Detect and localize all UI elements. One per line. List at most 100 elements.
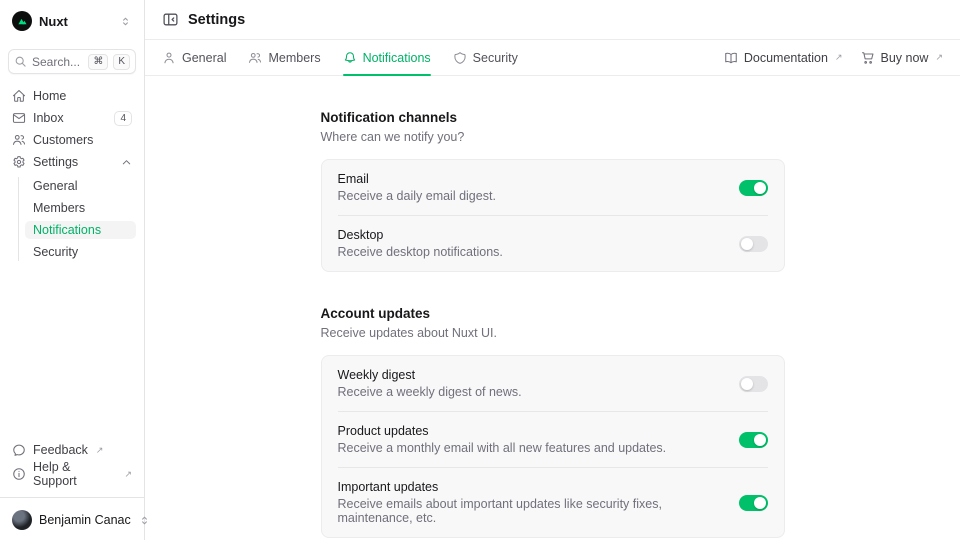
tab-label: General — [182, 51, 226, 65]
team-name: Nuxt — [39, 14, 112, 29]
page-title: Settings — [188, 12, 245, 28]
desktop-toggle[interactable] — [739, 236, 768, 252]
shield-icon — [453, 51, 467, 65]
gear-icon — [12, 155, 26, 169]
sidebar-item-customers[interactable]: Customers — [8, 131, 136, 149]
documentation-label: Documentation — [744, 51, 828, 65]
important-updates-row: Important updates Receive emails about i… — [322, 468, 784, 537]
important-updates-toggle[interactable] — [739, 495, 768, 511]
section-description: Receive updates about Nuxt UI. — [321, 326, 785, 340]
sidebar-item-notifications[interactable]: Notifications — [25, 221, 136, 239]
section-title: Notification channels — [321, 110, 785, 125]
sidebar-spacer — [8, 261, 136, 441]
weekly-digest-toggle[interactable] — [739, 376, 768, 392]
header-links: Documentation ↗ Buy now ↗ — [724, 51, 943, 65]
search-placeholder: Search... — [32, 55, 83, 69]
page-header: Settings — [145, 0, 960, 40]
main-area: Settings General — [145, 0, 960, 540]
sidebar-item-inbox[interactable]: Inbox 4 — [8, 109, 136, 127]
section-title: Account updates — [321, 306, 785, 321]
email-setting-row: Email Receive a daily email digest. — [322, 160, 784, 215]
app-window: Nuxt Search... ⌘ K — [0, 0, 960, 540]
external-link-icon: ↗ — [96, 445, 104, 456]
chat-bubble-icon — [12, 443, 26, 457]
chevron-up-down-icon — [119, 15, 132, 28]
tab-notifications[interactable]: Notifications — [343, 40, 431, 75]
sidebar-item-label: Security — [33, 245, 78, 259]
setting-description: Receive desktop notifications. — [338, 245, 727, 259]
avatar — [12, 510, 32, 530]
kbd-cmd: ⌘ — [88, 54, 108, 70]
feedback-label: Feedback — [33, 443, 88, 457]
nuxt-logo-icon — [12, 11, 32, 31]
cart-icon — [861, 51, 875, 65]
account-updates-section: Account updates Receive updates about Nu… — [321, 306, 785, 538]
chevron-up-icon — [121, 157, 132, 168]
buy-now-label: Buy now — [881, 51, 929, 65]
setting-label: Weekly digest — [338, 368, 727, 382]
toggle-knob — [741, 378, 753, 390]
toggle-knob — [754, 182, 766, 194]
user-icon — [162, 51, 176, 65]
tab-security[interactable]: Security — [453, 40, 518, 75]
info-circle-icon — [12, 467, 26, 481]
product-updates-row: Product updates Receive a monthly email … — [322, 412, 784, 467]
search-input[interactable]: Search... ⌘ K — [8, 49, 136, 74]
inbox-count-badge: 4 — [114, 111, 132, 126]
sidebar-item-label: Inbox — [33, 111, 107, 125]
sidebar-item-label: Customers — [33, 133, 132, 147]
feedback-link[interactable]: Feedback ↗ — [8, 441, 136, 459]
sidebar-nav: Home Inbox 4 Customers — [8, 87, 136, 261]
team-switcher[interactable]: Nuxt — [8, 8, 136, 34]
tab-members[interactable]: Members — [248, 40, 320, 75]
tab-label: Security — [473, 51, 518, 65]
user-name: Benjamin Canac — [39, 513, 131, 527]
tab-label: Notifications — [363, 51, 431, 65]
book-icon — [724, 51, 738, 65]
users-icon — [12, 133, 26, 147]
help-support-label: Help & Support — [33, 460, 116, 488]
setting-label: Important updates — [338, 480, 727, 494]
user-menu[interactable]: Benjamin Canac — [8, 510, 136, 532]
sidebar-item-label: Notifications — [33, 223, 101, 237]
buy-now-link[interactable]: Buy now ↗ — [861, 51, 944, 65]
notification-channels-card: Email Receive a daily email digest. Desk… — [321, 159, 785, 272]
setting-description: Receive a weekly digest of news. — [338, 385, 727, 399]
account-updates-card: Weekly digest Receive a weekly digest of… — [321, 355, 785, 538]
tab-general[interactable]: General — [162, 40, 226, 75]
notification-channels-section: Notification channels Where can we notif… — [321, 110, 785, 272]
help-support-link[interactable]: Help & Support↗ — [8, 465, 136, 483]
sidebar-item-members[interactable]: Members — [25, 199, 136, 217]
collapse-sidebar-icon[interactable] — [162, 11, 179, 28]
setting-description: Receive a daily email digest. — [338, 189, 727, 203]
kbd-k: K — [113, 54, 130, 70]
setting-description: Receive emails about important updates l… — [338, 497, 727, 525]
inbox-icon — [12, 111, 26, 125]
sidebar: Nuxt Search... ⌘ K — [0, 0, 145, 540]
tab-label: Members — [268, 51, 320, 65]
toggle-knob — [754, 497, 766, 509]
bell-icon — [343, 51, 357, 65]
external-link-icon: ↗ — [935, 52, 943, 63]
toggle-knob — [741, 238, 753, 250]
email-toggle[interactable] — [739, 180, 768, 196]
sidebar-item-security[interactable]: Security — [25, 243, 136, 261]
product-updates-toggle[interactable] — [739, 432, 768, 448]
documentation-link[interactable]: Documentation ↗ — [724, 51, 843, 65]
users-icon — [248, 51, 262, 65]
setting-label: Email — [338, 172, 727, 186]
sidebar-footer: Feedback ↗ Help & Support↗ Benjamin Canac — [8, 441, 136, 532]
settings-content: Notification channels Where can we notif… — [145, 76, 960, 540]
search-icon — [14, 55, 27, 68]
sidebar-item-label: Home — [33, 89, 132, 103]
section-description: Where can we notify you? — [321, 130, 785, 144]
desktop-setting-row: Desktop Receive desktop notifications. — [322, 216, 784, 271]
external-link-icon: ↗ — [835, 52, 843, 63]
sidebar-divider — [0, 497, 144, 498]
tab-bar: General Members No — [145, 40, 960, 76]
sidebar-item-home[interactable]: Home — [8, 87, 136, 105]
toggle-knob — [754, 434, 766, 446]
sidebar-item-general[interactable]: General — [25, 177, 136, 195]
sidebar-item-settings[interactable]: Settings — [8, 153, 136, 171]
setting-description: Receive a monthly email with all new fea… — [338, 441, 727, 455]
